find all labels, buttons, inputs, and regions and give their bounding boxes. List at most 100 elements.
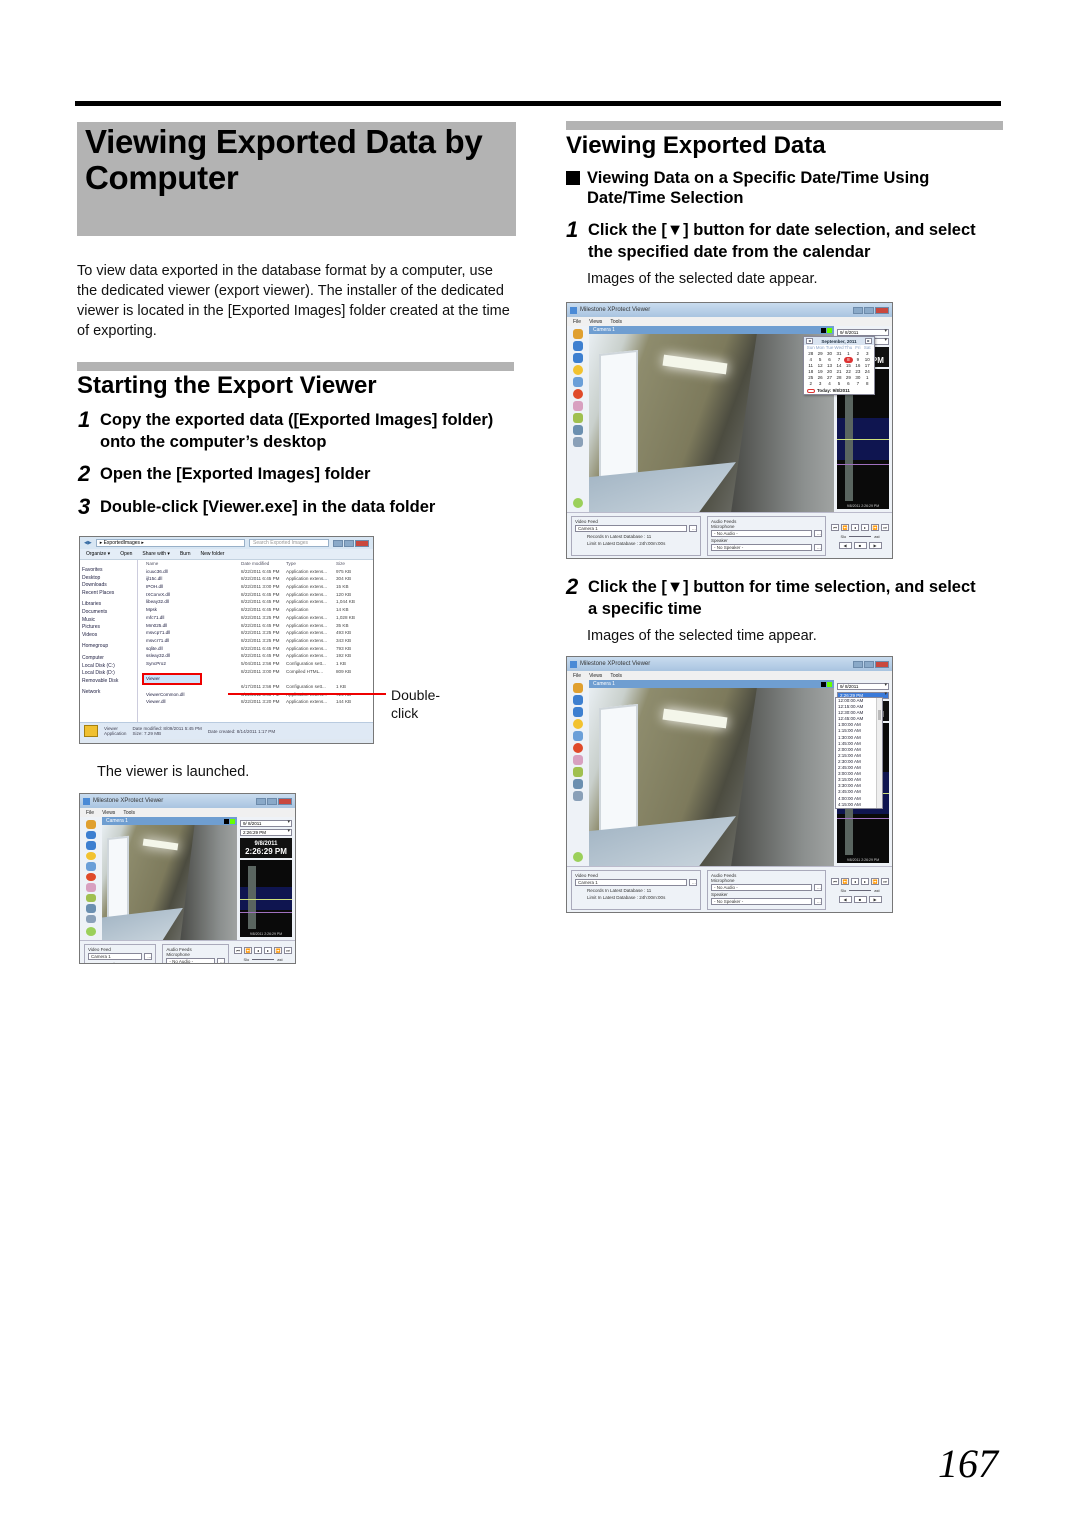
close-button[interactable]: [278, 797, 292, 805]
video-feed-select[interactable]: Camera 1: [575, 879, 688, 886]
play-forward-button[interactable]: ▶: [868, 895, 882, 903]
play-forward-button[interactable]: ▶: [868, 541, 882, 549]
previous-frame-button[interactable]: ◂: [254, 947, 262, 954]
edit-icon[interactable]: [573, 767, 583, 777]
nav-item[interactable]: Local Disk (D:): [82, 670, 135, 678]
chart-icon[interactable]: [86, 862, 96, 871]
alarm-icon[interactable]: [86, 872, 96, 882]
network-icon[interactable]: [86, 883, 96, 892]
last-frame-button[interactable]: ⏭: [881, 877, 889, 885]
calendar-day[interactable]: 6: [844, 381, 853, 387]
alarm-icon[interactable]: [573, 389, 583, 399]
play-reverse-button[interactable]: ◀: [838, 541, 852, 549]
nav-item[interactable]: Pictures: [82, 624, 135, 632]
last-frame-button[interactable]: ⏭: [881, 523, 889, 531]
import-icon[interactable]: [573, 353, 583, 363]
nav-item[interactable]: Downloads: [82, 582, 135, 590]
previous-month-button[interactable]: ◂: [806, 338, 813, 344]
info-icon[interactable]: [573, 719, 583, 729]
microphone-more-button[interactable]: ...: [814, 530, 822, 537]
file-row[interactable]: ssleay32.dll 8/22/2011 6:45 PM Application…: [138, 652, 373, 660]
back-forward-icon[interactable]: ◀▶: [84, 540, 92, 546]
next-sequence-button[interactable]: ⏩: [274, 947, 282, 954]
calendar-day[interactable]: 8: [863, 381, 872, 387]
camera-image[interactable]: [589, 688, 834, 866]
maximize-button[interactable]: [344, 539, 354, 547]
next-frame-button[interactable]: ▸: [861, 877, 869, 885]
column-size[interactable]: Size: [336, 560, 366, 568]
settings-icon[interactable]: [86, 820, 96, 829]
calendar-day[interactable]: 4: [825, 381, 834, 387]
calendar-day[interactable]: 2: [806, 381, 815, 387]
menu-tools[interactable]: Tools: [123, 810, 135, 816]
minimize-button[interactable]: [333, 539, 343, 547]
nav-item[interactable]: Network: [82, 689, 135, 697]
info-icon[interactable]: [86, 851, 96, 861]
previous-frame-button[interactable]: ◂: [851, 523, 859, 531]
next-month-button[interactable]: ▸: [865, 338, 872, 344]
speed-slider[interactable]: [849, 889, 872, 891]
settings-icon[interactable]: [573, 683, 583, 693]
nav-item[interactable]: Local Disk (C:): [82, 663, 135, 671]
calendar-day[interactable]: 7: [853, 381, 862, 387]
menu-views[interactable]: Views: [589, 319, 602, 325]
date-select[interactable]: 9/ 8/2011: [240, 820, 292, 827]
close-button[interactable]: [875, 660, 889, 668]
minimize-button[interactable]: [256, 797, 266, 805]
first-frame-button[interactable]: ⏮: [831, 877, 839, 885]
file-row[interactable]: ijl15c.dll 8/22/2011 6:45 PM Application e…: [138, 575, 373, 583]
nav-item[interactable]: Documents: [82, 609, 135, 617]
column-date[interactable]: Date modified: [241, 560, 286, 568]
file-row-viewer-selected[interactable]: Viewer: [142, 673, 202, 685]
file-row[interactable]: libeay32.dll 8/22/2011 6:45 PM Application…: [138, 598, 373, 606]
nav-item[interactable]: Removable Disk: [82, 678, 135, 686]
menu-tools[interactable]: Tools: [610, 319, 622, 325]
chart-icon[interactable]: [573, 731, 583, 741]
maximize-button[interactable]: [267, 797, 277, 805]
calendar-day[interactable]: 3: [815, 381, 824, 387]
time-select[interactable]: 2:26:29 PM: [240, 829, 292, 836]
help-icon[interactable]: [86, 927, 96, 937]
menu-views[interactable]: Views: [102, 810, 115, 816]
video-feed-select[interactable]: Camera 1: [88, 953, 143, 960]
previous-frame-button[interactable]: ◂: [851, 877, 859, 885]
time-list-scrollbar[interactable]: [876, 698, 882, 808]
tools-icon[interactable]: [573, 791, 583, 801]
file-row[interactable]: Viewer.dll 8/22/2011 3:20 PM Application e…: [138, 698, 373, 706]
microphone-more-button[interactable]: ...: [814, 884, 822, 891]
file-row[interactable]: Mm025.dll 8/22/2011 6:45 PM Application ex…: [138, 622, 373, 630]
address-path[interactable]: ▸ ExportedImages ▸: [95, 539, 245, 547]
stop-button[interactable]: ■: [853, 895, 867, 903]
nav-item[interactable]: Desktop: [82, 575, 135, 583]
print-icon[interactable]: [573, 425, 583, 435]
file-row[interactable]: Mpsk 8/22/2011 6:45 PM Application 14 KB: [138, 606, 373, 614]
next-frame-button[interactable]: ▸: [264, 947, 272, 954]
file-row[interactable]: 8/22/2011 3:00 PM Compiled HTML... 809 KB: [138, 668, 373, 676]
import-icon[interactable]: [573, 707, 583, 717]
minimize-button[interactable]: [853, 306, 863, 314]
previous-sequence-button[interactable]: ⏪: [841, 523, 849, 531]
next-sequence-button[interactable]: ⏩: [871, 523, 879, 531]
help-icon[interactable]: [573, 498, 583, 508]
help-icon[interactable]: [573, 852, 583, 862]
video-feed-select[interactable]: Camera 1: [575, 525, 688, 532]
organize-button[interactable]: Organize ▾: [86, 551, 110, 557]
edit-icon[interactable]: [86, 893, 96, 903]
chart-icon[interactable]: [573, 377, 583, 387]
tools-icon[interactable]: [86, 914, 96, 924]
last-frame-button[interactable]: ⏭: [284, 947, 292, 954]
first-frame-button[interactable]: ⏮: [234, 947, 242, 954]
print-icon[interactable]: [86, 904, 96, 913]
camera-image[interactable]: [589, 334, 834, 512]
file-row[interactable]: icuuc36.dll 8/22/2011 6:45 PM Application …: [138, 568, 373, 576]
file-row[interactable]: SyncPro2 5/04/2011 2:56 PM Configuration s…: [138, 660, 373, 668]
import-icon[interactable]: [86, 841, 96, 850]
file-row[interactable]: 6/17/2011 2:56 PM Configuration sett... 1 …: [138, 683, 373, 691]
file-row[interactable]: msvcr71.dll 8/22/2011 3:25 PM Application …: [138, 637, 373, 645]
new-folder-button[interactable]: New folder: [201, 551, 225, 557]
camera-image[interactable]: [102, 825, 237, 940]
microphone-select[interactable]: - No Audio -: [711, 530, 812, 537]
nav-item[interactable]: Favorites: [82, 567, 135, 575]
menu-views[interactable]: Views: [589, 673, 602, 679]
open-button[interactable]: Open: [120, 551, 132, 557]
